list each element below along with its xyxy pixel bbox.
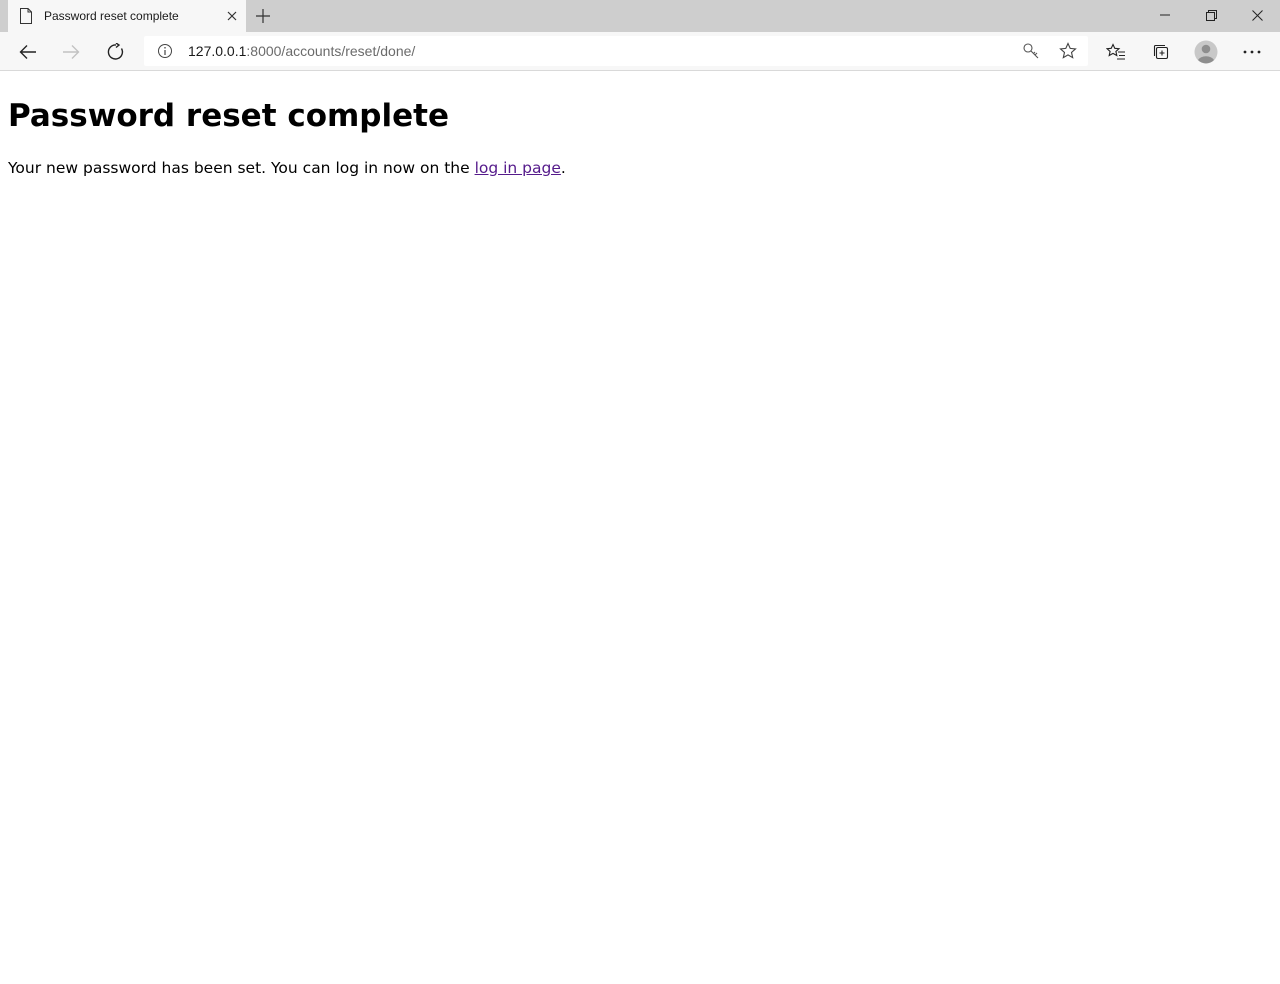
refresh-icon[interactable] xyxy=(102,38,130,66)
favorites-icon[interactable] xyxy=(1102,38,1130,66)
favorite-star-icon[interactable] xyxy=(1059,42,1077,60)
browser-tab[interactable]: Password reset complete xyxy=(8,0,246,32)
back-arrow-icon[interactable] xyxy=(14,38,42,66)
profile-avatar[interactable] xyxy=(1192,38,1220,66)
new-tab-plus-icon[interactable] xyxy=(254,7,272,25)
minimize-icon[interactable] xyxy=(1142,0,1188,30)
url-path: :8000/accounts/reset/done/ xyxy=(246,43,416,59)
tab-close-icon[interactable] xyxy=(224,8,240,24)
more-options-icon[interactable] xyxy=(1238,38,1266,66)
page-content: Password reset complete Your new passwor… xyxy=(0,72,1280,984)
collections-icon[interactable] xyxy=(1147,38,1175,66)
address-bar[interactable]: 127.0.0.1:8000/accounts/reset/done/ xyxy=(144,36,1088,66)
restore-icon[interactable] xyxy=(1188,0,1234,30)
page-icon xyxy=(19,8,33,24)
page-title: Password reset complete xyxy=(8,98,449,134)
url-host: 127.0.0.1 xyxy=(188,43,247,59)
url-text[interactable]: 127.0.0.1:8000/accounts/reset/done/ xyxy=(188,43,415,59)
reset-message: Your new password has been set. You can … xyxy=(8,159,566,177)
window-close-icon[interactable] xyxy=(1234,0,1280,30)
tab-strip: Password reset complete xyxy=(0,0,1280,32)
message-end: . xyxy=(560,159,566,177)
log-in-page-link[interactable]: log in page xyxy=(475,159,561,177)
key-icon[interactable] xyxy=(1022,42,1040,60)
browser-toolbar: 127.0.0.1:8000/accounts/reset/done/ xyxy=(0,32,1280,71)
tab-title: Password reset complete xyxy=(44,9,179,23)
forward-arrow-icon[interactable] xyxy=(57,38,85,66)
message-text: Your new password has been set. You can … xyxy=(8,159,475,177)
site-info-icon[interactable] xyxy=(157,43,173,59)
